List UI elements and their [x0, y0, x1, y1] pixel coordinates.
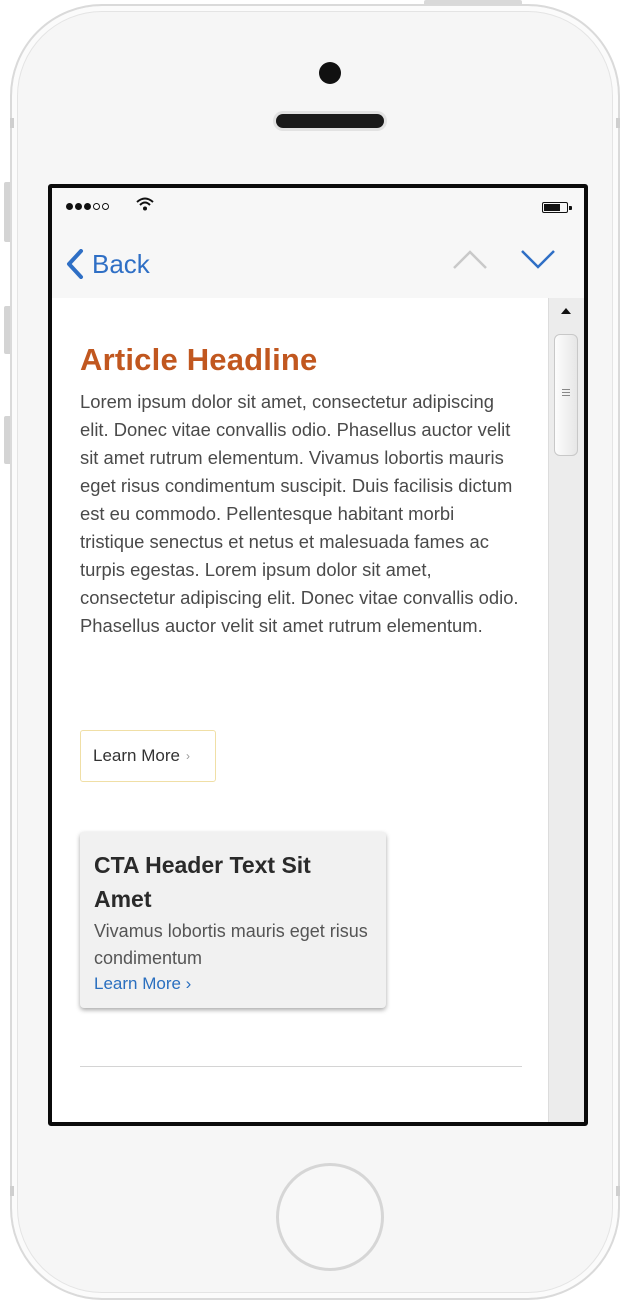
scroll-up-arrow-icon[interactable] [561, 308, 571, 314]
chevron-down-icon[interactable] [520, 248, 556, 270]
chevron-up-icon[interactable] [452, 248, 488, 270]
chevron-right-icon: › [185, 749, 190, 763]
cta-learn-more-link[interactable]: Learn More › [94, 974, 372, 994]
volume-up-button [4, 306, 10, 354]
back-button[interactable]: Back [66, 244, 150, 284]
frame-notch [616, 118, 620, 128]
cta-card: CTA Header Text Sit Amet Vivamus loborti… [80, 832, 386, 1008]
home-button[interactable] [276, 1163, 384, 1271]
article-body: Lorem ipsum dolor sit amet, consectetur … [80, 391, 519, 636]
cta-body: Vivamus lobortis mauris eget risus condi… [94, 921, 368, 968]
divider [80, 1066, 522, 1067]
frame-notch [10, 1186, 14, 1196]
earpiece-speaker [276, 114, 384, 128]
status-bar [52, 188, 584, 230]
volume-down-button [4, 416, 10, 464]
back-label: Back [92, 248, 150, 279]
scrollbar[interactable] [548, 298, 584, 1122]
frame-notch [616, 1186, 620, 1196]
navigation-bar: Back [52, 230, 584, 298]
power-button [424, 0, 522, 5]
battery-icon [542, 202, 572, 213]
frame-notch [10, 118, 14, 128]
front-camera [319, 62, 341, 84]
signal-dots-icon [66, 203, 109, 210]
scrollbar-thumb[interactable] [554, 334, 578, 456]
grip-icon [562, 389, 570, 398]
wifi-icon [136, 197, 154, 211]
article-headline: Article Headline [80, 342, 318, 377]
mute-switch [4, 182, 10, 242]
chevron-left-icon [67, 249, 83, 279]
learn-more-label: Learn More [93, 746, 180, 765]
learn-more-button[interactable]: Learn More › [80, 730, 216, 782]
cta-title: CTA Header Text Sit Amet [94, 852, 311, 912]
article-content: Article Headline Lorem ipsum dolor sit a… [52, 298, 548, 1122]
phone-screen: Back Article Headline Lorem ipsum dolor … [48, 184, 588, 1126]
